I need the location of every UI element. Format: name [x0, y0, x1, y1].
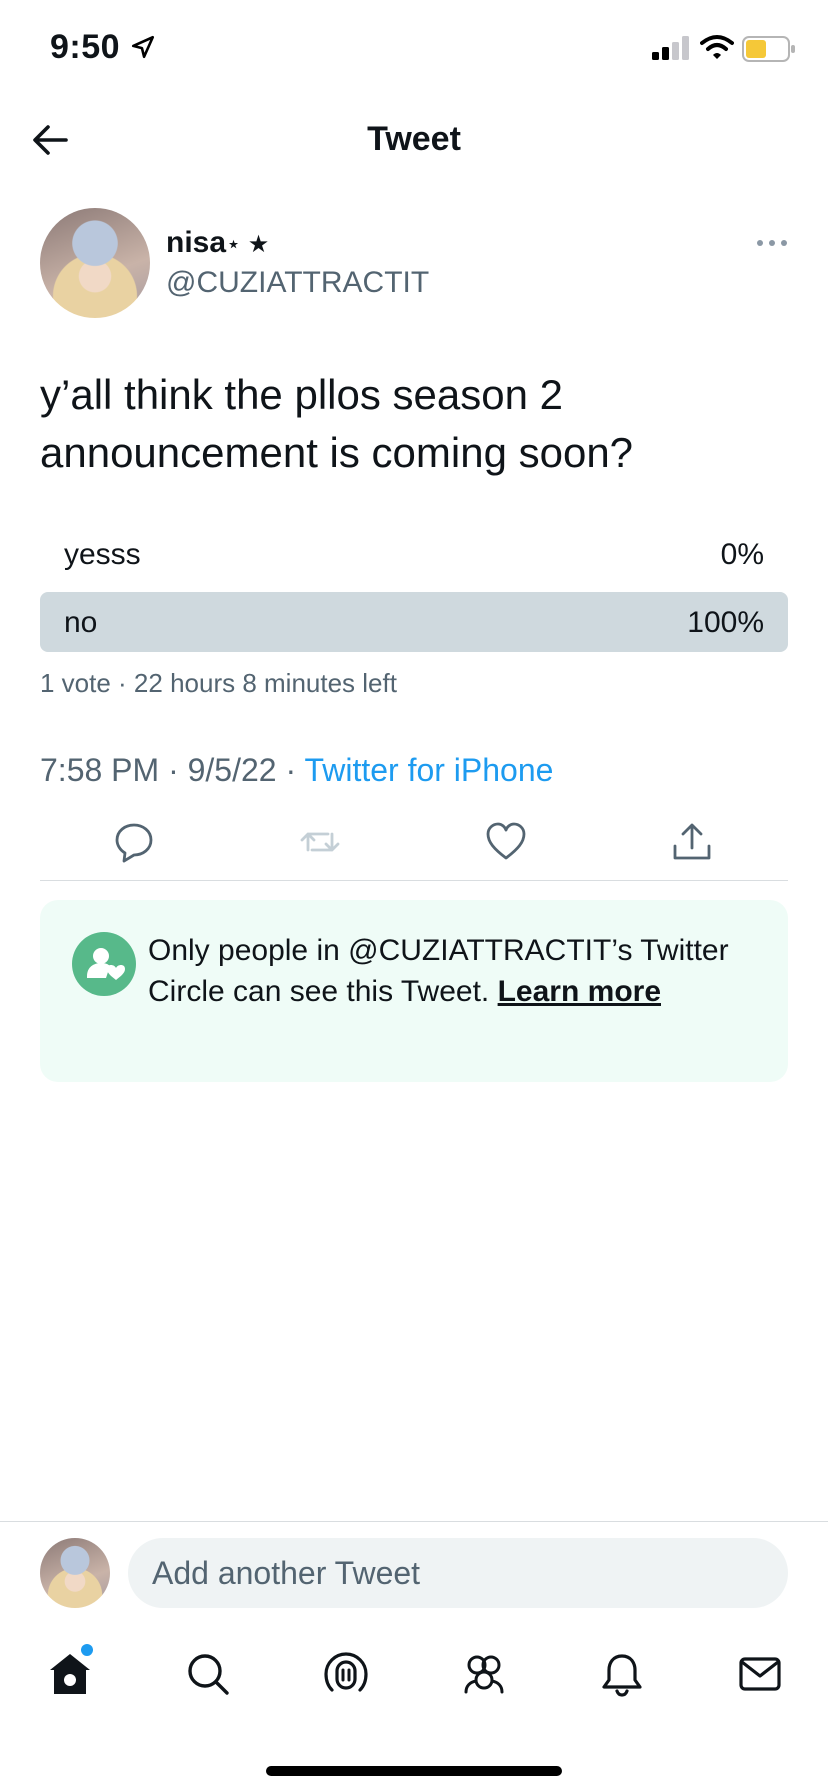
poll-meta: 1 vote · 22 hours 8 minutes left	[40, 668, 397, 698]
poll-option-yesss: yesss 0%	[40, 524, 788, 584]
page-title: Tweet	[367, 120, 461, 158]
retweet-icon	[300, 832, 340, 852]
learn-more-link[interactable]: Learn more	[498, 975, 661, 1008]
timestamp-text: 7:58 PM · 9/5/22 ·	[40, 752, 305, 788]
like-icon[interactable]	[484, 820, 528, 864]
author-display-name: nisa	[166, 226, 227, 259]
location-arrow-icon	[131, 35, 155, 59]
poll-option-percent: 0%	[720, 538, 764, 571]
poll-option-label: yesss	[64, 538, 141, 571]
action-divider	[40, 880, 788, 881]
wifi-icon	[700, 35, 734, 59]
source-link[interactable]: Twitter for iPhone	[304, 752, 553, 788]
reply-divider	[0, 1521, 828, 1522]
reply-icon[interactable]	[112, 820, 156, 864]
user-avatar[interactable]	[40, 1538, 110, 1608]
share-icon[interactable]	[670, 820, 714, 864]
home-icon[interactable]	[46, 1650, 94, 1698]
author-name-emoji: ⋆ ★	[226, 231, 270, 258]
author-handle[interactable]: @CUZIATTRACTIT	[166, 266, 429, 300]
tweet-text: y’all think the pllos season 2 announcem…	[40, 371, 634, 476]
circle-notice-text: Only people in @CUZIATTRACTIT’s Twitter …	[148, 930, 768, 1012]
cellular-signal-icon	[652, 36, 689, 60]
home-indicator[interactable]	[266, 1766, 562, 1776]
status-time: 9:50	[50, 28, 121, 66]
tweet-timestamp: 7:58 PM · 9/5/22 · Twitter for iPhone	[40, 752, 553, 789]
home-notification-dot	[81, 1644, 93, 1656]
messages-icon[interactable]	[736, 1650, 784, 1698]
notifications-icon[interactable]	[598, 1650, 646, 1698]
poll-option-percent: 100%	[687, 606, 764, 639]
search-icon[interactable]	[184, 1650, 232, 1698]
battery-icon	[742, 36, 795, 62]
poll-option-no: no 100%	[40, 592, 788, 652]
poll-option-label: no	[64, 606, 98, 639]
author-name[interactable]: nisa⋆ ★	[166, 226, 269, 260]
communities-icon[interactable]	[460, 1650, 508, 1698]
more-options-icon[interactable]	[756, 238, 788, 248]
circle-badge-icon	[72, 932, 136, 996]
author-avatar[interactable]	[40, 208, 150, 318]
spaces-icon[interactable]	[322, 1650, 370, 1698]
reply-input[interactable]	[128, 1538, 788, 1608]
